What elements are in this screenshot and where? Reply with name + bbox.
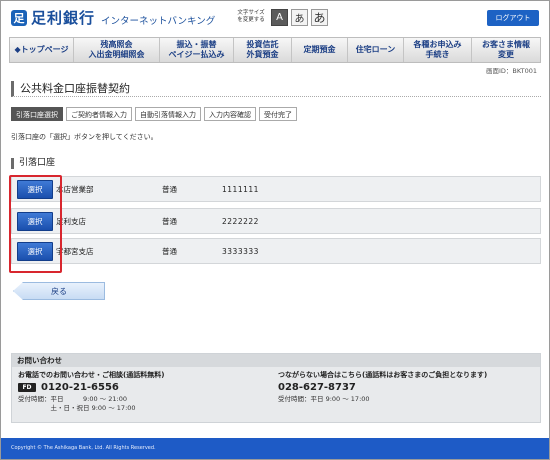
step-contractor-info: ご契約者情報入力 [66,107,132,121]
logo-mark-icon: 足 [11,9,27,26]
free-dial-phone: FD 0120-21-6556 [18,382,164,393]
account-number: 1111111 [222,184,259,194]
step-debit-info: 自動引落情報入力 [135,107,201,121]
logout-button[interactable]: ログアウト [487,10,539,26]
nav-item-customer-info[interactable]: お客さま情報 変更 [472,38,540,62]
nav-item-balance[interactable]: 残高照会 入出金明細照会 [74,38,160,62]
step-select-account: 引落口座選択 [11,107,63,121]
contact-left-hours-weekend: 土・日・祝日 9:00 〜 17:00 [18,404,136,412]
contact-left-hours: 受付時間：平日 9:00 〜 21:00 土・日・祝日 9:00 〜 17:00 [18,395,164,413]
global-nav: ◆トップページ 残高照会 入出金明細照会 振込・振替 ペイジー払込み 投資信託 … [9,37,541,63]
font-size-label: 文字サイズを変更する [237,10,265,23]
page-title: 公共料金口座振替契約 [11,81,541,97]
progress-steps: 引落口座選択 ご契約者情報入力 自動引落情報入力 入力内容確認 受付完了 [11,107,300,121]
account-type: 普通 [162,216,177,226]
contact-free-dial: お電話でのお問い合わせ・ご相談(通話料無料) FD 0120-21-6556 受… [18,370,164,413]
service-name: インターネットバンキング [101,15,216,27]
free-dial-icon: FD [18,383,36,392]
nav-item-time-deposit[interactable]: 定期預金 [292,38,348,62]
table-row: 選択 宇都宮支店 普通 3333333 [11,238,541,264]
copyright-footer: Copyright © The Ashikaga Bank, Ltd. All … [1,438,549,459]
nav-item-housing-loan[interactable]: 住宅ローン [348,38,404,62]
section-title-debit-account: 引落口座 [11,158,55,169]
nav-item-applications[interactable]: 各種お申込み 手続き [404,38,472,62]
table-row: 選択 本店営業部 普通 1111111 [11,176,541,202]
contact-right-hours: 受付時間：平日 9:00 〜 17:00 [278,395,370,403]
contact-left-hours-weekday: 受付時間：平日 9:00 〜 21:00 [18,395,127,403]
back-button[interactable]: 戻る [13,282,105,300]
free-dial-number: 0120-21-6556 [41,382,119,393]
page-frame: 足 足利銀行 インターネットバンキング 文字サイズを変更する A あ あ ログア… [0,0,550,460]
contact-box: お問い合わせ お電話でのお問い合わせ・ご相談(通話料無料) FD 0120-21… [11,353,541,423]
contact-heading: お問い合わせ [12,354,540,367]
account-number: 3333333 [222,246,259,256]
step-complete: 受付完了 [259,107,297,121]
font-size-medium-button[interactable]: あ [291,9,308,26]
screen-id: 画面ID：BKT001 [485,67,537,75]
account-type: 普通 [162,246,177,256]
bank-name: 足利銀行 [31,9,96,27]
header: 足 足利銀行 インターネットバンキング 文字サイズを変更する A あ あ ログア… [1,1,549,35]
account-number: 2222222 [222,216,259,226]
bank-logo[interactable]: 足 足利銀行 インターネットバンキング [11,7,215,28]
toll-phone-number: 028-627-8737 [278,382,356,393]
step-confirm: 入力内容確認 [204,107,256,121]
contact-toll: つながらない場合はこちら(通話料はお客さまのご負担となります) 028-627-… [278,370,487,404]
select-buttons-highlight [9,175,62,273]
font-size-small-button[interactable]: A [271,9,288,26]
contact-left-title: お電話でのお問い合わせ・ご相談(通話料無料) [18,371,165,379]
font-size-large-button[interactable]: あ [311,9,328,26]
nav-item-investment[interactable]: 投資信託 外貨預金 [234,38,292,62]
instruction-text: 引落口座の「選択」ボタンを押してください。 [11,133,158,141]
contact-right-title: つながらない場合はこちら(通話料はお客さまのご負担となります) [278,371,488,379]
nav-item-transfer[interactable]: 振込・振替 ペイジー払込み [160,38,234,62]
nav-item-top[interactable]: ◆トップページ [10,38,74,62]
account-type: 普通 [162,184,177,194]
table-row: 選択 足利支店 普通 2222222 [11,208,541,234]
